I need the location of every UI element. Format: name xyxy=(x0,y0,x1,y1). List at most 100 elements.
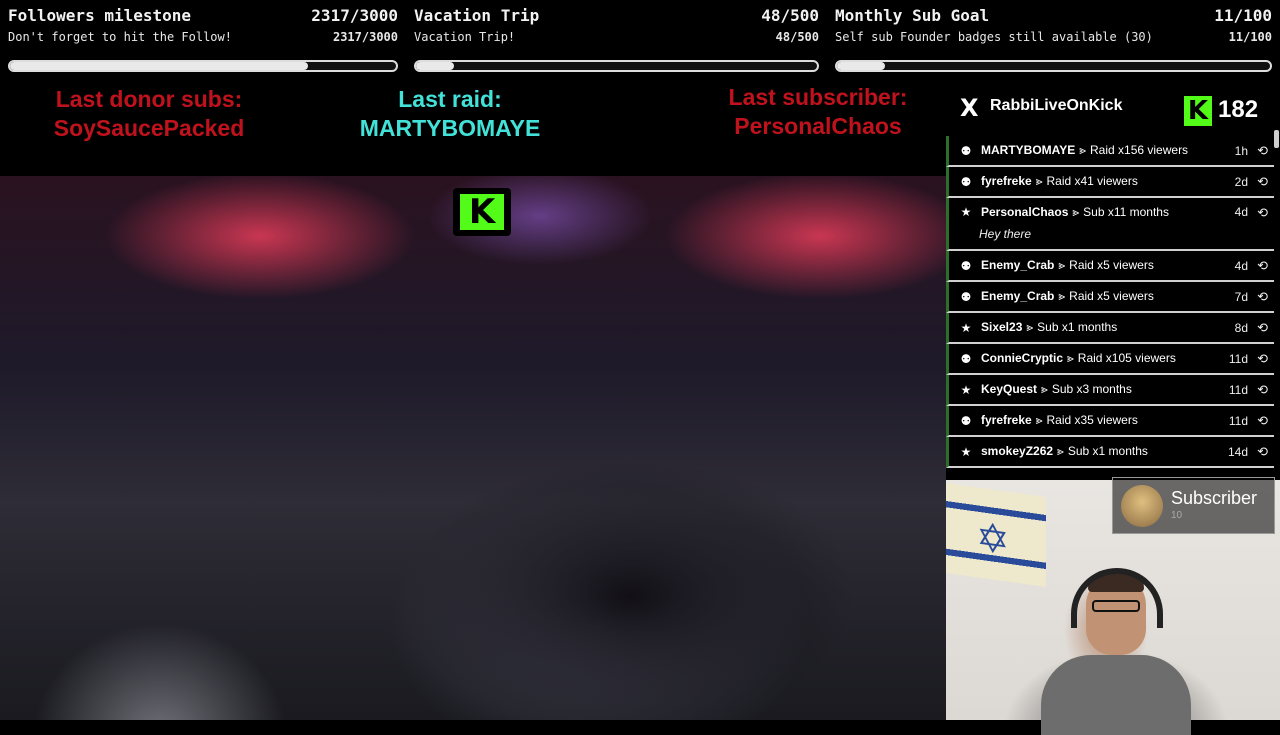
event-text: MARTYBOMAYE ⪢ Raid x156 viewers xyxy=(981,143,1188,158)
last-subscriber-name: PersonalChaos xyxy=(734,113,902,139)
channel-name: RabbiLiveOnKick xyxy=(990,97,1123,114)
last-raid-name: MARTYBOMAYE xyxy=(359,115,541,141)
last-donor-label: Last donor subs: xyxy=(55,86,243,112)
event-row: ⚉ fyrefreke ⪢ Raid x41 viewers 2d ⟲ xyxy=(946,167,1274,198)
event-row: ⚉ ConnieCryptic ⪢ Raid x105 viewers 11d ⟲ xyxy=(946,344,1274,375)
event-time: 2d xyxy=(1234,174,1248,189)
headset-icon xyxy=(1071,568,1163,628)
event-user: ConnieCryptic xyxy=(981,351,1064,365)
last-subscriber: Last subscriber: PersonalChaos xyxy=(690,83,946,141)
raid-icon: ⚉ xyxy=(960,143,972,158)
event-text: Sixel23 ⪢ Sub x1 months xyxy=(981,320,1117,335)
star-icon: ★ xyxy=(960,205,972,219)
kick-header: X RabbiLiveOnKick K 182 xyxy=(946,80,1280,136)
goal-progress-bar xyxy=(8,60,398,72)
event-time: 4d xyxy=(1234,258,1248,273)
event-row: ★ smokeyZ262 ⪢ Sub x1 months 14d ⟲ xyxy=(946,437,1274,468)
replay-icon[interactable]: ⟲ xyxy=(1257,351,1268,367)
goal-subtitle: Don't forget to hit the Follow! xyxy=(8,30,232,44)
event-time: 8d xyxy=(1234,320,1248,335)
replay-icon[interactable]: ⟲ xyxy=(1257,444,1268,460)
raid-icon: ⚉ xyxy=(960,289,972,304)
goal-title: Followers milestone xyxy=(8,6,192,25)
event-time: 11d xyxy=(1228,382,1248,397)
event-action: Raid x5 viewers xyxy=(1069,258,1154,272)
arrow-icon: ⪢ xyxy=(1035,413,1043,427)
event-user: smokeyZ262 xyxy=(981,444,1054,458)
arrow-icon: ⪢ xyxy=(1058,258,1066,272)
avatar xyxy=(1121,485,1163,527)
goal-progress-fill xyxy=(416,62,455,70)
arrow-icon: ⪢ xyxy=(1079,143,1087,157)
event-action: Sub x11 months xyxy=(1083,205,1169,219)
goal-subcount: 2317/3000 xyxy=(332,30,398,44)
event-action: Raid x41 viewers xyxy=(1046,174,1138,188)
event-action: Raid x5 viewers xyxy=(1069,289,1154,303)
star-icon: ★ xyxy=(960,444,972,459)
event-action: Raid x156 viewers xyxy=(1090,143,1189,157)
goal-subcount: 48/500 xyxy=(775,30,819,44)
arrow-icon: ⪢ xyxy=(1041,382,1048,396)
replay-icon[interactable]: ⟲ xyxy=(1257,205,1268,221)
subscriber-alert-title: Subscriber xyxy=(1171,488,1258,508)
event-text: KeyQuest ⪢ Sub x3 months xyxy=(981,382,1132,397)
event-list: ⚉ MARTYBOMAYE ⪢ Raid x156 viewers 1h ⟲ ⚉ fyrefr… xyxy=(946,136,1274,470)
x-icon: X xyxy=(960,94,979,122)
event-text: fyrefreke ⪢ Raid x41 viewers xyxy=(981,174,1138,189)
last-subscriber-label: Last subscriber: xyxy=(728,84,908,110)
goal-progress-fill xyxy=(10,62,308,70)
event-text: fyrefreke ⪢ Raid x35 viewers xyxy=(981,413,1138,428)
goal-subtitle: Self sub Founder badges still available … xyxy=(835,30,1153,44)
event-user: Enemy_Crab xyxy=(981,258,1055,272)
raid-icon: ⚉ xyxy=(960,351,972,366)
event-list-scrollbar[interactable] xyxy=(1274,130,1279,148)
event-action: Raid x35 viewers xyxy=(1046,413,1138,427)
arrow-icon: ⪢ xyxy=(1072,205,1080,219)
event-row: ⚉ Enemy_Crab ⪢ Raid x5 viewers 7d ⟲ xyxy=(946,282,1274,313)
goal-title: Vacation Trip xyxy=(414,6,540,25)
replay-icon[interactable]: ⟲ xyxy=(1257,289,1268,305)
event-row: ★ PersonalChaos ⪢ Sub x11 months 4d ⟲ Hey ther… xyxy=(946,198,1274,251)
replay-icon[interactable]: ⟲ xyxy=(1257,413,1268,429)
subscriber-alert-count: 10 xyxy=(1171,510,1183,521)
event-action: Raid x105 viewers xyxy=(1077,351,1176,365)
streamer-body xyxy=(1041,655,1191,735)
replay-icon[interactable]: ⟲ xyxy=(1257,258,1268,274)
goal-progress-bar xyxy=(835,60,1272,72)
goal-followers: Followers milestone 2317/3000 Don't forg… xyxy=(0,0,398,80)
event-message: Hey there xyxy=(979,227,1032,241)
arrow-icon: ⪢ xyxy=(1058,289,1066,303)
event-user: PersonalChaos xyxy=(981,205,1069,219)
event-row: ★ KeyQuest ⪢ Sub x3 months 11d ⟲ xyxy=(946,375,1274,406)
replay-icon[interactable]: ⟲ xyxy=(1257,174,1268,190)
goal-title: Monthly Sub Goal xyxy=(835,6,990,25)
star-icon: ★ xyxy=(960,320,972,335)
event-user: fyrefreke xyxy=(981,413,1032,427)
replay-icon[interactable]: ⟲ xyxy=(1257,320,1268,336)
replay-icon[interactable]: ⟲ xyxy=(1257,143,1268,159)
event-user: Sixel23 xyxy=(981,320,1023,334)
event-text: PersonalChaos ⪢ Sub x11 months xyxy=(981,205,1169,220)
last-raid: Last raid: MARTYBOMAYE xyxy=(320,85,580,143)
arrow-icon: ⪢ xyxy=(1026,320,1034,334)
viewer-count: 182 xyxy=(1218,96,1259,123)
last-raid-label: Last raid: xyxy=(398,86,502,112)
goal-subcount: 11/100 xyxy=(1228,30,1272,44)
goal-count: 48/500 xyxy=(761,6,819,25)
event-row: ⚉ MARTYBOMAYE ⪢ Raid x156 viewers 1h ⟲ xyxy=(946,136,1274,167)
event-user: Enemy_Crab xyxy=(981,289,1055,303)
event-time: 11d xyxy=(1228,351,1248,366)
raid-icon: ⚉ xyxy=(960,174,972,189)
event-row: ★ Sixel23 ⪢ Sub x1 months 8d ⟲ xyxy=(946,313,1274,344)
star-icon: ★ xyxy=(960,382,972,397)
raid-icon: ⚉ xyxy=(960,258,972,273)
kick-logo-icon: K xyxy=(1184,96,1212,126)
event-action: Sub x3 months xyxy=(1051,382,1132,396)
goal-progress-fill xyxy=(837,62,885,70)
event-text: ConnieCryptic ⪢ Raid x105 viewers xyxy=(981,351,1176,366)
replay-icon[interactable]: ⟲ xyxy=(1257,382,1268,398)
last-donor-subs: Last donor subs: SoySaucePacked xyxy=(20,85,278,143)
goal-progress-bar xyxy=(414,60,819,72)
event-user: KeyQuest xyxy=(981,382,1038,396)
kick-badge-icon: K xyxy=(460,194,504,230)
